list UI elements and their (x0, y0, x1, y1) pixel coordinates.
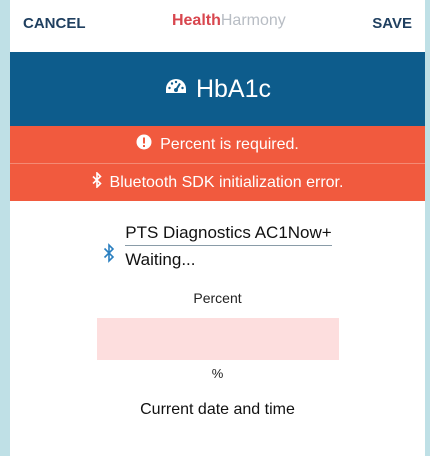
percent-input[interactable] (96, 318, 339, 360)
percent-required-alert: Percent is required. (10, 126, 425, 164)
bluetooth-icon (103, 243, 115, 268)
percent-unit: % (211, 366, 224, 381)
page-title: HbA1c (195, 74, 272, 103)
save-button[interactable]: SAVE (372, 15, 412, 32)
percent-label: Percent (193, 290, 242, 306)
page-header: HbA1c (10, 52, 425, 126)
bluetooth-error-alert: Bluetooth SDK initialization error. (10, 164, 425, 201)
device-status: Waiting... (125, 250, 196, 269)
top-bar: CANCEL HealthHarmony SAVE (10, 0, 425, 46)
device-info[interactable]: PTS Diagnostics AC1Now+ Waiting... (10, 223, 425, 270)
exclamation-circle-icon (136, 134, 152, 155)
datetime-label: Current date and time (140, 401, 295, 418)
device-name: PTS Diagnostics AC1Now+ (125, 223, 332, 246)
app-screen: CANCEL HealthHarmony SAVE HbA1c Percent … (10, 0, 425, 456)
alert-text: Percent is required. (160, 135, 299, 153)
gauge-icon (164, 77, 188, 102)
bluetooth-icon (92, 171, 102, 193)
cancel-button[interactable]: CANCEL (23, 15, 86, 32)
alert-text: Bluetooth SDK initialization error. (109, 173, 344, 191)
health-harmony-logo: HealthHarmony (171, 12, 286, 29)
